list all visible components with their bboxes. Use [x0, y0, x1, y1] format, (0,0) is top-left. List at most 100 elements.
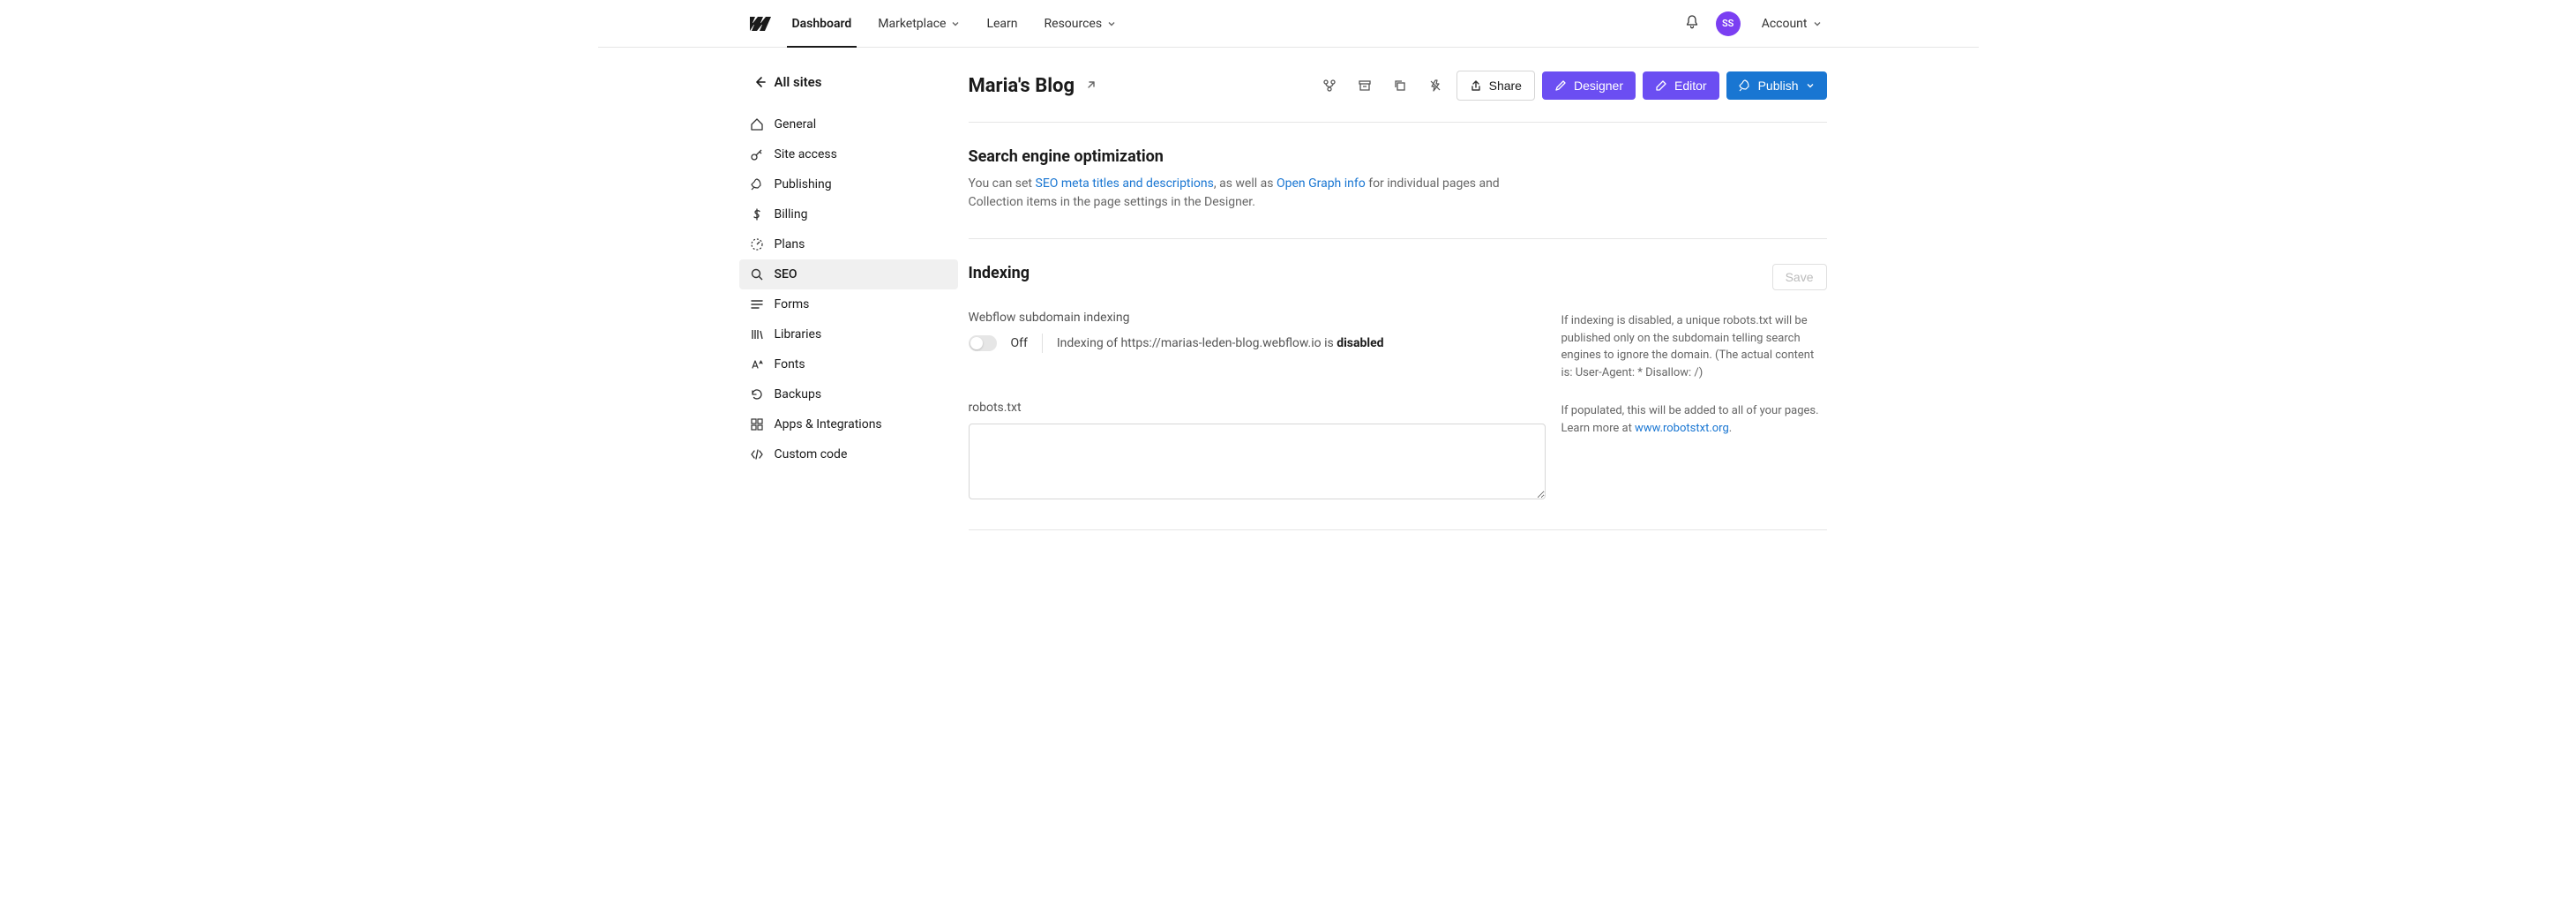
sidebar-item-forms[interactable]: Forms	[739, 289, 958, 319]
robotstxt-input[interactable]	[969, 424, 1546, 499]
branch-icon	[1322, 79, 1337, 93]
sidebar-label: Fonts	[775, 357, 805, 371]
subdomain-indexing-toggle[interactable]	[969, 335, 997, 351]
library-icon	[750, 327, 764, 341]
sidebar-label: SEO	[775, 267, 798, 281]
pen-icon	[1554, 79, 1567, 92]
form-icon	[750, 297, 764, 311]
chevron-down-icon	[1813, 19, 1822, 28]
account-menu[interactable]: Account	[1756, 1, 1827, 47]
key-icon	[750, 147, 764, 161]
sidebar-label: Custom code	[775, 447, 848, 461]
sidebar-item-backups[interactable]: Backups	[739, 379, 958, 409]
share-icon	[1470, 79, 1482, 92]
open-graph-link[interactable]: Open Graph info	[1277, 176, 1366, 191]
nav-resources-label: Resources	[1045, 17, 1103, 31]
sidebar-label: Backups	[775, 387, 822, 401]
robotstxt-help-post: .	[1729, 422, 1732, 435]
unpublish-icon	[1428, 79, 1442, 93]
notifications-button[interactable]	[1684, 14, 1700, 34]
sidebar-item-libraries[interactable]: Libraries	[739, 319, 958, 349]
edit-icon	[1655, 79, 1667, 92]
sidebar-label: Plans	[775, 237, 805, 251]
indexing-status-value: disabled	[1337, 336, 1383, 350]
branch-button[interactable]	[1315, 71, 1344, 100]
archive-icon	[1358, 79, 1372, 93]
seo-desc-text: You can set	[969, 176, 1036, 191]
page-header: Maria's Blog Share Designer	[969, 71, 1827, 123]
seo-heading: Search engine optimization	[969, 147, 1827, 166]
subdomain-indexing-label: Webflow subdomain indexing	[969, 311, 1546, 325]
nav-dashboard[interactable]: Dashboard	[787, 1, 857, 48]
editor-label: Editor	[1674, 79, 1707, 93]
external-link-icon	[1085, 79, 1097, 91]
sidebar-item-billing[interactable]: Billing	[739, 199, 958, 229]
sidebar-label: Billing	[775, 207, 808, 221]
seo-titles-link[interactable]: SEO meta titles and descriptions	[1036, 176, 1214, 191]
copy-icon	[1393, 79, 1407, 93]
sidebar-item-custom-code[interactable]: Custom code	[739, 439, 958, 469]
toggle-state: Off	[1011, 336, 1028, 350]
publish-button[interactable]: Publish	[1726, 71, 1827, 100]
sidebar-label: Apps & Integrations	[775, 417, 882, 431]
duplicate-button[interactable]	[1386, 71, 1414, 100]
sidebar-item-fonts[interactable]: Fonts	[739, 349, 958, 379]
publish-label: Publish	[1758, 79, 1799, 93]
archive-button[interactable]	[1351, 71, 1379, 100]
restore-icon	[750, 387, 764, 401]
back-all-sites[interactable]: All sites	[750, 74, 958, 90]
sidebar-label: Libraries	[775, 327, 822, 341]
chevron-down-icon	[1806, 81, 1815, 90]
home-icon	[750, 117, 764, 131]
account-label: Account	[1762, 17, 1808, 31]
save-button[interactable]: Save	[1772, 264, 1827, 290]
indexing-help-text: If indexing is disabled, a unique robots…	[1561, 311, 1827, 381]
share-label: Share	[1489, 79, 1522, 93]
robotstxt-link[interactable]: www.robotstxt.org	[1635, 422, 1729, 435]
sidebar-label: Publishing	[775, 177, 832, 191]
dollar-icon	[750, 207, 764, 221]
user-avatar[interactable]: SS	[1716, 11, 1741, 36]
sidebar: All sites General Site access Publishing…	[750, 48, 958, 530]
gauge-icon	[750, 237, 764, 251]
chevron-down-icon	[1107, 19, 1116, 28]
sidebar-label: General	[775, 117, 817, 131]
nav-learn[interactable]: Learn	[981, 1, 1022, 47]
robotstxt-help-text: If populated, this will be added to all …	[1561, 401, 1827, 437]
top-nav: Dashboard Marketplace Learn Resources SS…	[598, 0, 1979, 48]
sidebar-item-seo[interactable]: SEO	[739, 259, 958, 289]
font-icon	[750, 357, 764, 371]
share-button[interactable]: Share	[1456, 71, 1535, 101]
designer-button[interactable]: Designer	[1542, 71, 1636, 100]
sidebar-item-plans[interactable]: Plans	[739, 229, 958, 259]
page-title: Maria's Blog	[969, 75, 1075, 97]
seo-description: You can set SEO meta titles and descript…	[969, 175, 1533, 212]
indexing-status-text: Indexing of https://marias-leden-blog.we…	[1057, 336, 1384, 350]
sidebar-item-site-access[interactable]: Site access	[739, 139, 958, 169]
sidebar-item-publishing[interactable]: Publishing	[739, 169, 958, 199]
robotstxt-label: robots.txt	[969, 401, 1546, 415]
nav-marketplace[interactable]: Marketplace	[872, 1, 965, 47]
separator	[1042, 334, 1043, 353]
rocket-icon	[1739, 79, 1751, 92]
nav-resources[interactable]: Resources	[1039, 1, 1122, 47]
seo-desc-text: , as well as	[1214, 176, 1277, 191]
nav-marketplace-label: Marketplace	[878, 17, 946, 31]
back-label: All sites	[775, 74, 822, 90]
sidebar-item-apps[interactable]: Apps & Integrations	[739, 409, 958, 439]
sidebar-label: Forms	[775, 297, 810, 311]
sidebar-item-general[interactable]: General	[739, 109, 958, 139]
unpublish-button[interactable]	[1421, 71, 1449, 100]
seo-section: Search engine optimization You can set S…	[969, 123, 1827, 239]
open-site-button[interactable]	[1085, 78, 1097, 94]
bell-icon	[1684, 14, 1700, 30]
editor-button[interactable]: Editor	[1643, 71, 1719, 100]
code-icon	[750, 447, 764, 461]
chevron-down-icon	[951, 19, 960, 28]
rocket-icon	[750, 177, 764, 191]
apps-icon	[750, 417, 764, 431]
main-content: Maria's Blog Share Designer	[969, 48, 1827, 530]
arrow-left-icon	[753, 76, 766, 88]
webflow-logo[interactable]	[750, 17, 771, 31]
search-icon	[750, 267, 764, 281]
